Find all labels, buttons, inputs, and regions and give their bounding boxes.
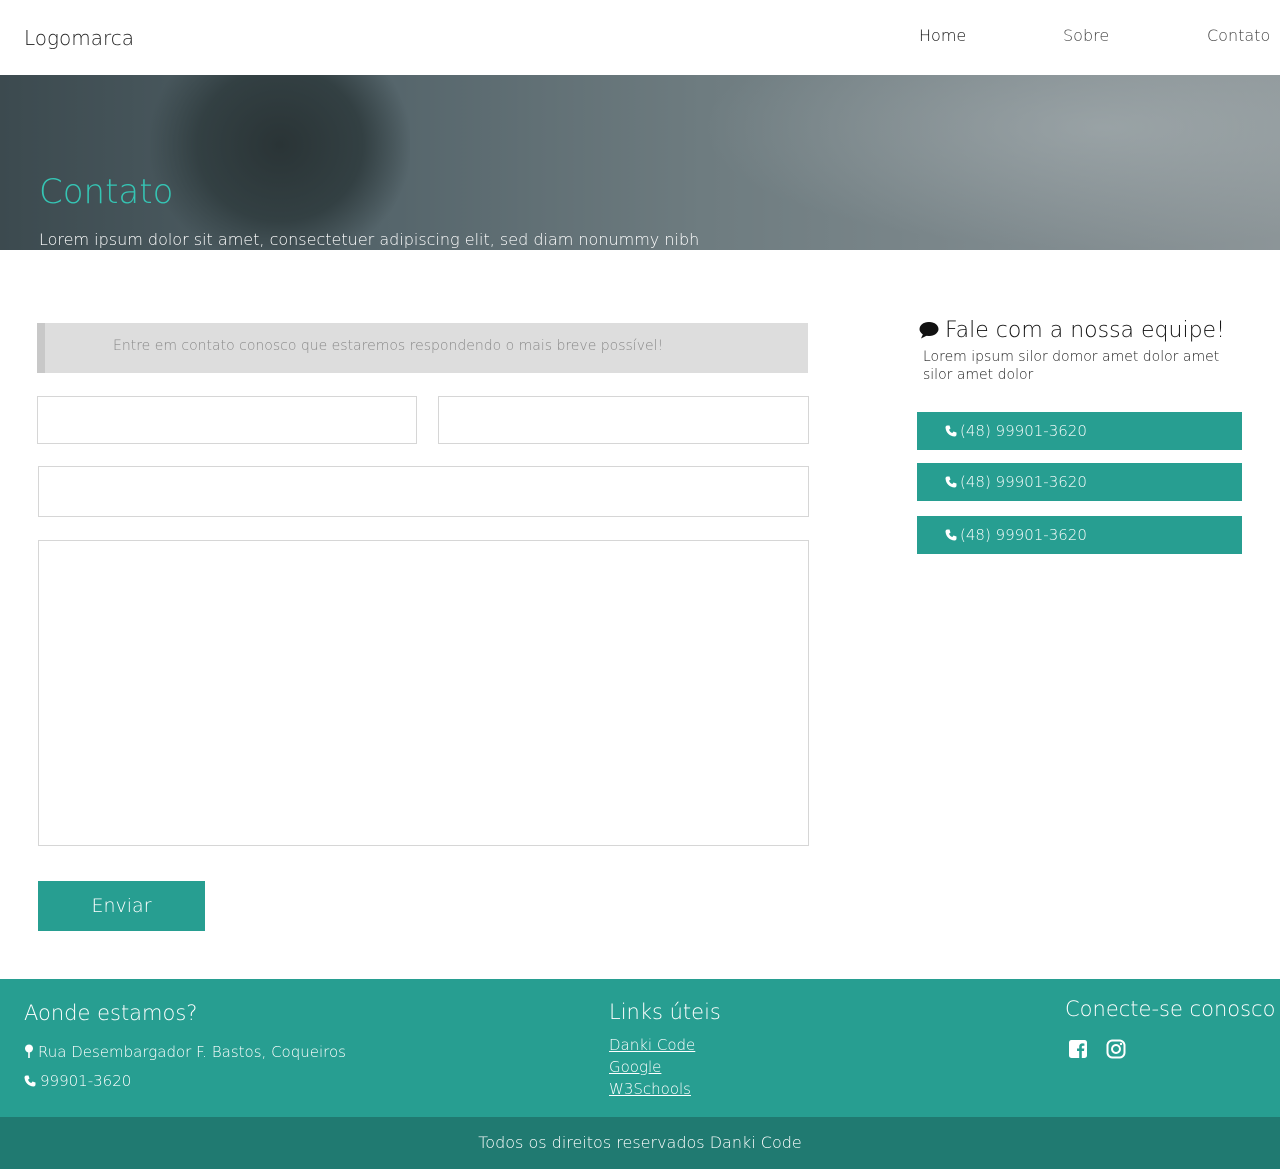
message-field[interactable] xyxy=(38,540,809,846)
banner-text: Lorem ipsum dolor sit amet, consectetuer… xyxy=(39,230,700,249)
banner-tree-image xyxy=(150,75,410,250)
phone-icon xyxy=(945,476,957,488)
footer-link-google[interactable]: Google xyxy=(609,1058,661,1076)
map-pin-icon xyxy=(25,1044,33,1058)
instagram-icon[interactable] xyxy=(1106,1039,1126,1059)
site-footer: Aonde estamos? Rua Desembargador F. Bast… xyxy=(0,979,1280,1117)
form-notice-text: Entre em contato conosco que estaremos r… xyxy=(113,338,664,354)
page-title: Contato xyxy=(39,172,174,212)
logo[interactable]: Logomarca xyxy=(24,26,134,50)
chat-icon xyxy=(919,322,939,339)
footer-phone-text: 99901-3620 xyxy=(40,1072,132,1090)
footer-link-danki-code[interactable]: Danki Code xyxy=(609,1036,695,1054)
footer-social-title: Conecte-se conosco xyxy=(1065,997,1276,1021)
nav-link-home[interactable]: Home xyxy=(919,26,966,45)
sidebar-description: Lorem ipsum silor domor amet dolor amet … xyxy=(923,349,1220,383)
submit-button[interactable]: Enviar xyxy=(38,881,205,931)
copyright-text: Todos os direitos reservados Danki Code xyxy=(478,1133,802,1152)
footer-phone: 99901-3620 xyxy=(24,1072,131,1090)
nav-link-sobre[interactable]: Sobre xyxy=(1063,26,1109,45)
phone-button-label: (48) 99901-3620 xyxy=(960,473,1087,491)
name-field[interactable] xyxy=(37,396,417,444)
phone-button-3[interactable]: (48) 99901-3620 xyxy=(917,516,1242,554)
footer-address-text: Rua Desembargador F. Bastos, Coqueiros xyxy=(38,1043,346,1061)
phone-icon xyxy=(24,1075,36,1087)
footer-links-title: Links úteis xyxy=(609,1000,721,1024)
phone-button-label: (48) 99901-3620 xyxy=(960,526,1087,544)
site-header: Logomarca Home Sobre Contato xyxy=(0,0,1280,75)
hero-banner: Contato Lorem ipsum dolor sit amet, cons… xyxy=(0,75,1280,250)
phone-button-1[interactable]: (48) 99901-3620 xyxy=(917,412,1242,450)
phone-icon xyxy=(945,425,957,437)
email-field[interactable] xyxy=(438,396,809,444)
footer-address: Rua Desembargador F. Bastos, Coqueiros xyxy=(24,1043,346,1061)
footer-location-title: Aonde estamos? xyxy=(24,1001,198,1025)
phone-field[interactable] xyxy=(38,466,809,517)
phone-button-label: (48) 99901-3620 xyxy=(960,422,1087,440)
sidebar-title: Fale com a nossa equipe! xyxy=(919,318,1225,343)
facebook-icon[interactable] xyxy=(1068,1039,1088,1059)
nav-link-contato[interactable]: Contato xyxy=(1207,26,1270,45)
sidebar-title-text: Fale com a nossa equipe! xyxy=(945,318,1225,343)
footer-bottom-bar: Todos os direitos reservados Danki Code xyxy=(0,1117,1280,1169)
footer-link-w3schools[interactable]: W3Schools xyxy=(609,1080,691,1098)
form-notice: Entre em contato conosco que estaremos r… xyxy=(37,323,808,373)
phone-button-2[interactable]: (48) 99901-3620 xyxy=(917,463,1242,501)
banner-sky-image xyxy=(700,75,1280,250)
phone-icon xyxy=(945,529,957,541)
